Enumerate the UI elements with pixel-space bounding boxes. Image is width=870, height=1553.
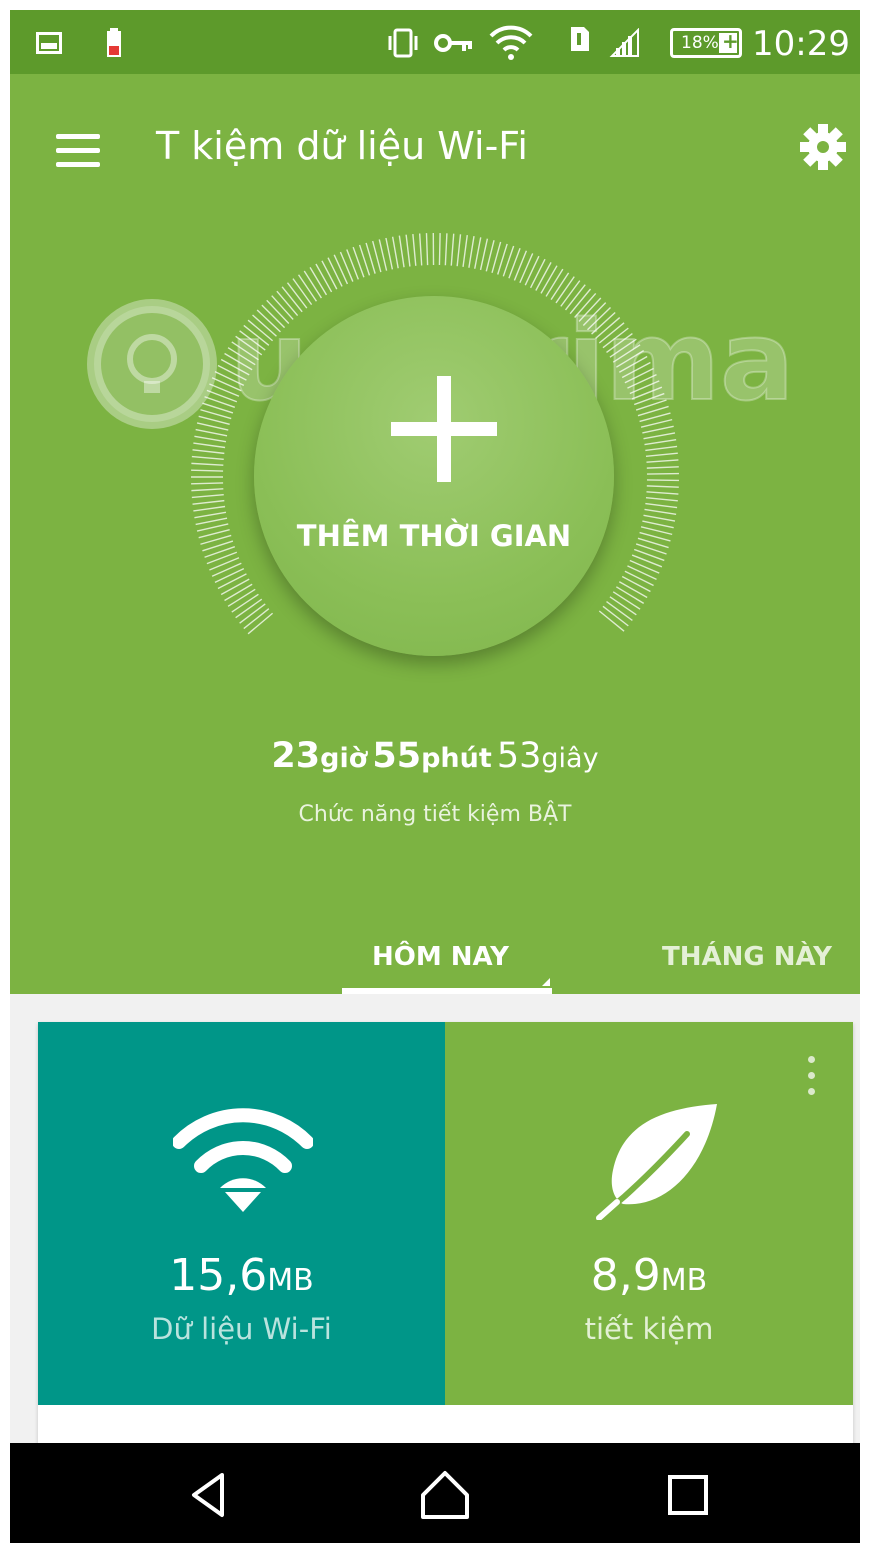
clock: 10:29 [752, 24, 850, 64]
charging-icon [719, 29, 739, 53]
tab-dropdown-indicator [542, 978, 550, 986]
timer-seconds-unit: giây [541, 743, 599, 774]
sim-icon [571, 27, 589, 51]
battery-low-icon [107, 28, 121, 57]
period-tabs: HÔM NAY THÁNG NÀY [10, 914, 860, 994]
wifi-data-label: Dữ liệu Wi-Fi [151, 1312, 332, 1346]
add-time-button[interactable]: THÊM THỜI GIAN [254, 296, 614, 656]
add-time-label: THÊM THỜI GIAN [296, 519, 572, 553]
usage-card: 15,6MB Dữ liệu Wi-Fi 8,9MB tiết kiệm [38, 1022, 853, 1452]
gallery-icon [36, 32, 62, 54]
timer-seconds: 53 [496, 736, 542, 776]
saved-data-label: tiết kiệm [584, 1312, 714, 1346]
timer-minutes-unit: phút [421, 743, 492, 774]
wifi-icon [173, 1108, 313, 1212]
leaf-icon [596, 1104, 717, 1220]
recents-icon[interactable] [658, 1465, 718, 1525]
wifi-data-value: 15,6MB [169, 1250, 314, 1301]
more-options-icon[interactable] [805, 1056, 819, 1098]
battery-indicator: 18% [670, 28, 742, 58]
timer-minutes: 55 [372, 736, 422, 776]
hero-panel: T kiệm dữ liệu Wi-Fi uantrimang [10, 74, 860, 994]
gear-icon[interactable] [798, 122, 848, 172]
plus-icon [391, 376, 497, 482]
wifi-data-tile[interactable]: 15,6MB Dữ liệu Wi-Fi [38, 1022, 445, 1405]
home-icon[interactable] [415, 1465, 475, 1525]
active-tab-indicator [342, 988, 552, 994]
saved-data-tile[interactable]: 8,9MB tiết kiệm [445, 1022, 853, 1405]
back-icon[interactable] [180, 1465, 240, 1525]
menu-icon[interactable] [56, 134, 100, 168]
timer-hours: 23 [271, 736, 321, 776]
vibrate-icon [388, 28, 418, 58]
battery-percent: 18% [681, 33, 719, 53]
tab-this-month[interactable]: THÁNG NÀY [662, 942, 832, 972]
saved-data-value: 8,9MB [590, 1250, 708, 1301]
signal-icon [609, 28, 639, 57]
phone-screen: 18% 10:29 T kiệm dữ liệu Wi-Fi [10, 10, 860, 1543]
system-nav-bar [10, 1443, 860, 1543]
timer-hours-unit: giờ [320, 743, 368, 774]
saver-status: Chức năng tiết kiệm BẬT [298, 802, 572, 827]
tab-today[interactable]: HÔM NAY [372, 942, 509, 972]
key-icon [434, 34, 472, 52]
page-title: T kiệm dữ liệu Wi-Fi [156, 124, 528, 168]
status-bar: 18% 10:29 [10, 10, 860, 74]
countdown-timer: 23giờ 55phút 53giây [10, 736, 860, 776]
wifi-icon [489, 25, 533, 60]
